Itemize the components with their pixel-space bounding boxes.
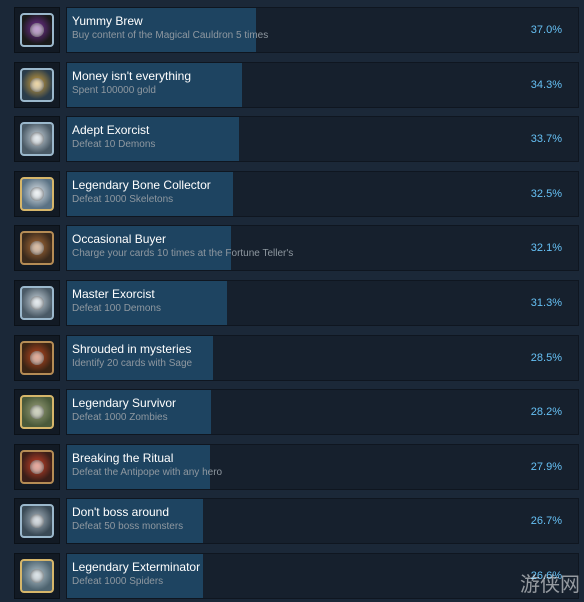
- achievement-row[interactable]: Legendary Survivor Defeat 1000 Zombies 28.…: [14, 389, 580, 438]
- tombstone-icon: [20, 559, 54, 593]
- unlock-percentage: 34.3%: [530, 78, 562, 91]
- unlock-percentage: 33.7%: [530, 133, 562, 146]
- question-card-icon: [20, 340, 54, 375]
- achievement-title: Legendary Exterminator: [72, 560, 201, 574]
- achievement-title: Don't boss around: [72, 505, 170, 520]
- achievement-row[interactable]: Adept Exorcist Defeat 10 Demons 33.7%: [14, 116, 580, 165]
- achievement-description: Charge your cards 10 times at the Fortun…: [72, 248, 294, 260]
- cauldron-icon: [20, 13, 54, 47]
- achievement-panel: Master Exorcist Defeat 100 Demons 31.3%: [66, 280, 579, 326]
- achievement-title: Yummy Brew: [72, 14, 143, 28]
- achievement-description: Identify 20 cards with Sage: [72, 357, 193, 369]
- unlock-percentage: 26.7%: [530, 515, 562, 528]
- achievement-panel: Occasional Buyer Charge your cards 10 tim…: [66, 225, 579, 272]
- achievement-row[interactable]: Shrouded in mysteries Identify 20 cards w…: [14, 334, 580, 384]
- unlock-percentage: 27.9%: [530, 460, 562, 473]
- achievement-title: Breaking the Ritual: [72, 450, 174, 465]
- achievement-row[interactable]: Yummy Brew Buy content of the Magical Cau…: [14, 7, 580, 56]
- achievement-icon-tile: [14, 443, 60, 490]
- icon-glyph: [30, 23, 44, 37]
- icon-glyph: [30, 514, 44, 529]
- achievement-icon-tile: [14, 553, 60, 599]
- achievement-title: Master Exorcist: [72, 287, 155, 301]
- achievement-panel: Don't boss around Defeat 50 boss monsters…: [66, 498, 579, 545]
- achievement-title: Legendary Survivor: [72, 396, 177, 411]
- achievement-icon-tile: [14, 498, 60, 545]
- achievement-panel: Legendary Exterminator Defeat 1000 Spider…: [66, 553, 579, 599]
- achievement-panel: Breaking the Ritual Defeat the Antipope w…: [66, 443, 579, 490]
- icon-glyph: [30, 350, 44, 365]
- icon-glyph: [30, 186, 44, 201]
- achievement-description: Buy content of the Magical Cauldron 5 ti…: [72, 30, 269, 41]
- achievement-row[interactable]: Occasional Buyer Charge your cards 10 tim…: [14, 225, 580, 274]
- achievement-icon-tile: [14, 334, 60, 381]
- icon-glyph: [30, 296, 44, 310]
- achievement-row[interactable]: Don't boss around Defeat 50 boss monsters…: [14, 498, 580, 547]
- unlock-percentage: 32.1%: [530, 242, 562, 255]
- winged-coin-icon: [20, 67, 54, 102]
- unlock-percentage: 28.2%: [530, 406, 562, 419]
- achievement-row[interactable]: Legendary Bone Collector Defeat 1000 Skel…: [14, 170, 580, 220]
- zombie-head-icon: [20, 395, 54, 430]
- achievement-row[interactable]: Breaking the Ritual Defeat the Antipope w…: [14, 443, 580, 493]
- achievement-icon-tile: [14, 7, 60, 53]
- icon-glyph: [30, 405, 44, 420]
- fortune-stand-icon: [20, 231, 54, 266]
- axe-icon: [20, 504, 54, 539]
- icon-glyph: [30, 241, 44, 256]
- achievement-description: Defeat 1000 Spiders: [72, 576, 164, 587]
- achievement-panel: Yummy Brew Buy content of the Magical Cau…: [66, 7, 579, 53]
- achievement-description: Defeat 50 boss monsters: [72, 521, 184, 533]
- achievement-panel: Money isn't everything Spent 100000 gold 3…: [66, 61, 579, 108]
- icon-glyph: [30, 77, 44, 92]
- unlock-percentage: 37.0%: [530, 24, 562, 36]
- achievement-row[interactable]: Master Exorcist Defeat 100 Demons 31.3%: [14, 280, 580, 329]
- achievement-row[interactable]: Money isn't everything Spent 100000 gold 3…: [14, 61, 580, 111]
- achievement-title: Occasional Buyer: [72, 232, 167, 247]
- achievement-title: Money isn't everything: [72, 68, 192, 83]
- unlock-percentage: 31.3%: [530, 297, 562, 309]
- achievement-title: Legendary Bone Collector: [72, 177, 211, 192]
- achievement-icon-tile: [14, 280, 60, 326]
- achievement-icon-tile: [14, 170, 60, 217]
- achievement-description: Spent 100000 gold: [72, 84, 156, 96]
- unlock-percentage: 28.5%: [530, 351, 562, 364]
- achievement-description: Defeat 1000 Zombies: [72, 412, 168, 424]
- achievement-title: Shrouded in mysteries: [72, 341, 192, 356]
- achievement-icon-tile: [14, 61, 60, 108]
- icon-glyph: [30, 459, 44, 474]
- demon-skull-icon: [20, 286, 54, 320]
- watermark-logo: 游侠网: [520, 572, 580, 596]
- achievement-panel: Adept Exorcist Defeat 10 Demons 33.7%: [66, 116, 579, 163]
- ritual-symbol-icon: [20, 449, 54, 484]
- achievement-icon-tile: [14, 225, 60, 272]
- achievement-description: Defeat 100 Demons: [72, 303, 161, 314]
- achievement-description: Defeat 10 Demons: [72, 139, 156, 151]
- icon-glyph: [30, 132, 44, 147]
- achievement-icon-tile: [14, 116, 60, 163]
- unlock-percentage: 32.5%: [530, 187, 562, 200]
- icon-glyph: [30, 569, 44, 583]
- achievement-panel: Shrouded in mysteries Identify 20 cards w…: [66, 334, 579, 381]
- achievement-icon-tile: [14, 389, 60, 436]
- skull-icon: [20, 176, 54, 211]
- demon-skull-icon: [20, 122, 54, 157]
- achievement-description: Defeat the Antipope with any hero: [72, 466, 223, 478]
- achievement-row[interactable]: Legendary Exterminator Defeat 1000 Spider…: [14, 553, 580, 602]
- achievement-title: Adept Exorcist: [72, 123, 150, 138]
- achievement-panel: Legendary Survivor Defeat 1000 Zombies 28.…: [66, 389, 579, 436]
- achievement-description: Defeat 1000 Skeletons: [72, 193, 174, 205]
- achievement-panel: Legendary Bone Collector Defeat 1000 Skel…: [66, 170, 579, 217]
